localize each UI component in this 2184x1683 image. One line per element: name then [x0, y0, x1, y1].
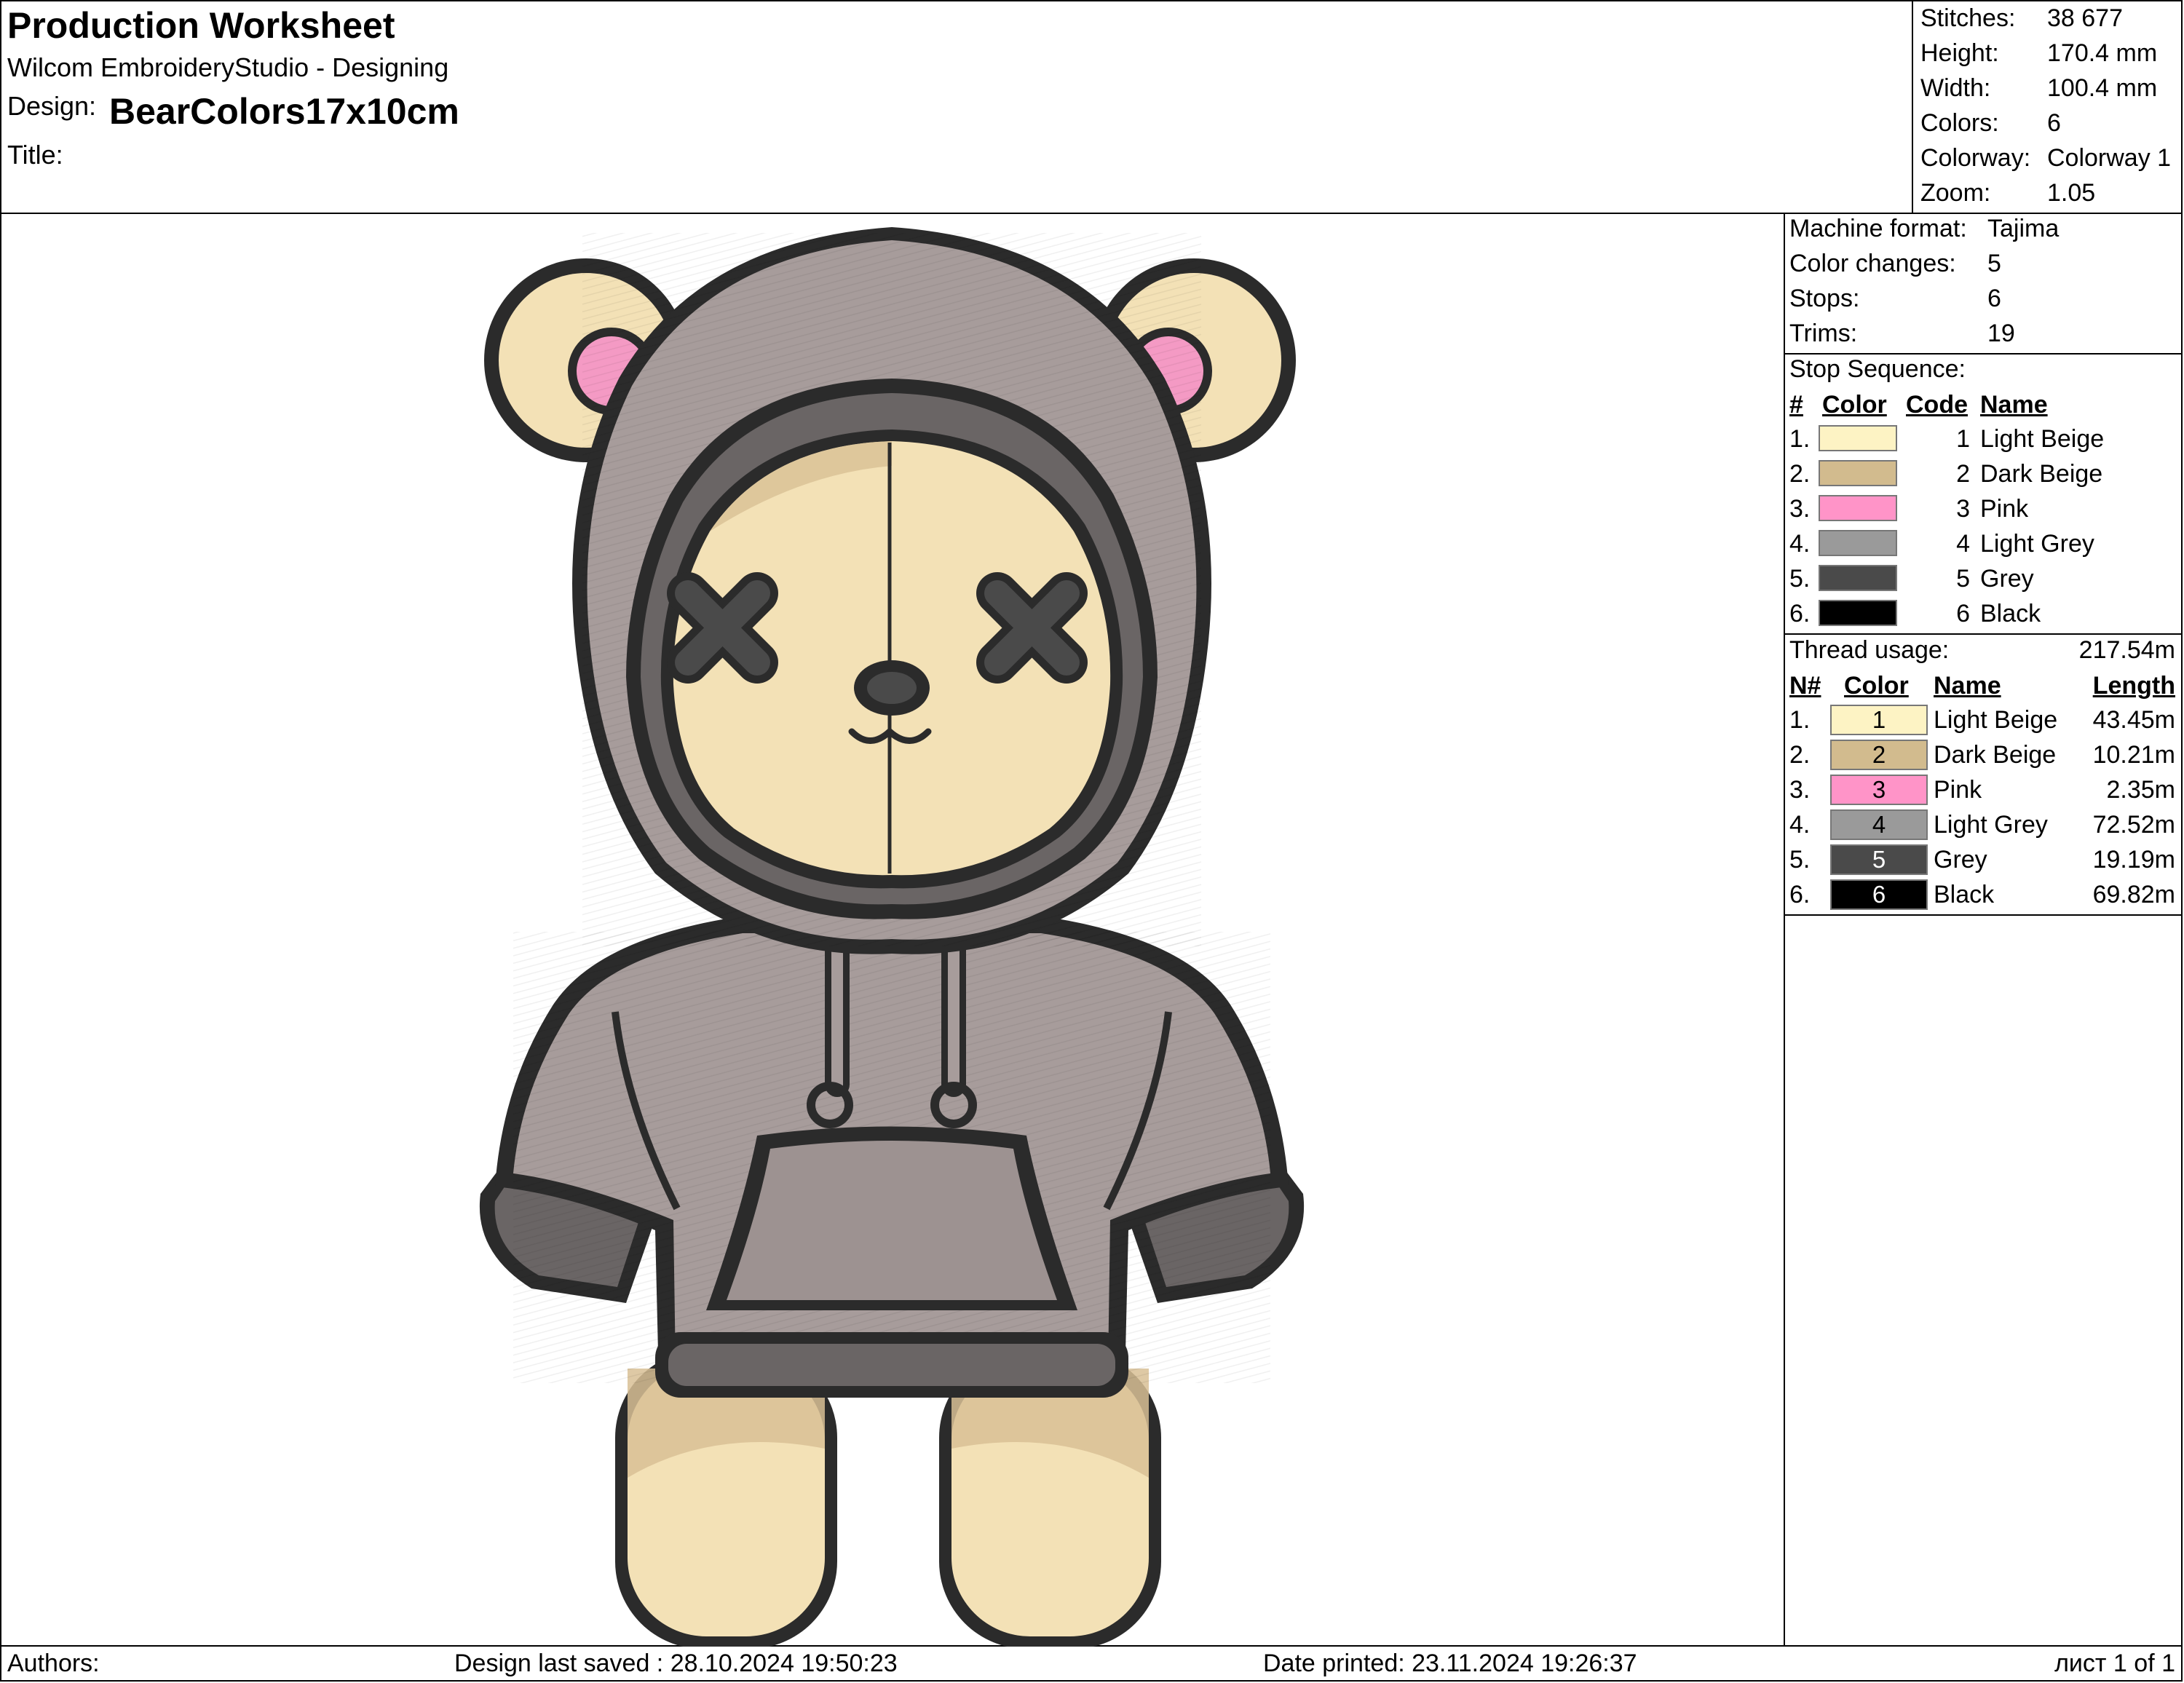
stop-row-code: 2: [1956, 460, 1970, 488]
machine-value: 6: [1987, 285, 2001, 312]
stop-sequence-title: Stop Sequence:: [1789, 355, 1966, 383]
thread-row-length: 72.52m: [2092, 811, 2175, 839]
color-swatch: [1819, 565, 1897, 591]
thread-row-name: Grey: [1934, 846, 1987, 874]
stop-row-name: Light Grey: [1980, 530, 2094, 558]
software-name: Wilcom EmbroideryStudio - Designing: [7, 52, 449, 82]
stop-row-code: 4: [1956, 530, 1970, 558]
thread-row-length: 69.82m: [2092, 881, 2175, 908]
stat-value: 1.05: [2047, 179, 2096, 207]
stop-row-name: Black: [1980, 600, 2041, 627]
thread-header-num: N#: [1789, 672, 1821, 700]
stop-row-name: Pink: [1980, 495, 2029, 523]
thread-color-swatch: 1: [1830, 705, 1928, 735]
thread-row-name: Dark Beige: [1934, 741, 2057, 769]
nose: [867, 672, 917, 704]
stop-row-num: 3.: [1789, 495, 1811, 523]
thread-row-length: 43.45m: [2092, 706, 2175, 734]
right-panel-divider: [1784, 213, 1785, 1645]
machine-divider: [1784, 353, 2183, 355]
footer-last-saved: Design last saved : 28.10.2024 19:50:23: [454, 1650, 898, 1677]
thread-row-num: 3.: [1789, 776, 1811, 804]
stop-row-name: Grey: [1980, 565, 2034, 593]
stat-value: 38 677: [2047, 4, 2123, 32]
embroidery-preview: [479, 227, 1305, 1647]
color-swatch: [1819, 600, 1897, 626]
thread-row-length: 19.19m: [2092, 846, 2175, 874]
thread-row-length: 2.35m: [2106, 776, 2176, 804]
pocket: [727, 1141, 1057, 1300]
color-swatch: [1819, 460, 1897, 486]
thread-row-num: 1.: [1789, 706, 1811, 734]
machine-value: Tajima: [1987, 215, 2060, 242]
stat-label: Height:: [1920, 39, 1999, 67]
color-swatch: [1819, 530, 1897, 556]
thread-header-length: Length: [2092, 672, 2175, 700]
stat-value: Colorway 1: [2047, 144, 2172, 172]
thread-usage-total: 217.54m: [2078, 636, 2175, 664]
color-swatch: [1819, 425, 1897, 451]
stat-value: 100.4 mm: [2047, 74, 2158, 102]
footer-page: лист 1 of 1: [2054, 1650, 2175, 1677]
thread-color-swatch: 6: [1830, 879, 1928, 910]
machine-label: Color changes:: [1789, 250, 1956, 277]
thread-header-color: Color: [1844, 672, 1909, 700]
machine-label: Machine format:: [1789, 215, 1967, 242]
machine-label: Stops:: [1789, 285, 1860, 312]
stop-row-num: 4.: [1789, 530, 1811, 558]
thread-row-length: 10.21m: [2092, 741, 2175, 769]
stat-label: Width:: [1920, 74, 1991, 102]
stop-header-name: Name: [1980, 391, 2048, 419]
stat-label: Colors:: [1920, 109, 1999, 137]
stop-row-code: 5: [1956, 565, 1970, 593]
thread-row-name: Light Beige: [1934, 706, 2058, 734]
stat-value: 6: [2047, 109, 2061, 137]
design-name: BearColors17x10cm: [109, 91, 459, 132]
thread-row-name: Black: [1934, 881, 1995, 908]
design-label: Design:: [7, 91, 97, 121]
stop-row-name: Dark Beige: [1980, 460, 2103, 488]
thread-color-swatch: 5: [1830, 844, 1928, 875]
machine-value: 5: [1987, 250, 2001, 277]
stop-header-code: Code: [1906, 391, 1968, 419]
stat-value: 170.4 mm: [2047, 39, 2158, 67]
thread-row-num: 6.: [1789, 881, 1811, 908]
thread-row-num: 4.: [1789, 811, 1811, 839]
thread-row-name: Light Grey: [1934, 811, 2048, 839]
stat-label: Colorway:: [1920, 144, 2031, 172]
thread-row-name: Pink: [1934, 776, 1982, 804]
stop-header-color: Color: [1822, 391, 1887, 419]
machine-value: 19: [1987, 320, 2015, 347]
stat-label: Stitches:: [1920, 4, 2016, 32]
thread-color-swatch: 3: [1830, 775, 1928, 805]
thread-color-swatch: 4: [1830, 809, 1928, 840]
stop-row-code: 6: [1956, 600, 1970, 627]
stop-row-num: 1.: [1789, 425, 1811, 453]
worksheet-title: Production Worksheet: [7, 5, 395, 46]
title-label: Title:: [7, 140, 63, 170]
stats-divider: [1912, 0, 1913, 213]
stop-row-code: 3: [1956, 495, 1970, 523]
stop-sequence-divider: [1784, 633, 2183, 635]
footer-date-printed: Date printed: 23.11.2024 19:26:37: [1263, 1650, 1637, 1677]
footer-authors: Authors:: [7, 1650, 100, 1677]
left-x-eye: [667, 572, 778, 684]
waistband: [668, 1344, 1115, 1386]
stop-row-name: Light Beige: [1980, 425, 2105, 453]
thread-usage-title: Thread usage:: [1789, 636, 1950, 664]
machine-label: Trims:: [1789, 320, 1858, 347]
thread-color-swatch: 2: [1830, 740, 1928, 770]
thread-row-num: 2.: [1789, 741, 1811, 769]
thread-row-num: 5.: [1789, 846, 1811, 874]
stat-label: Zoom:: [1920, 179, 1991, 207]
stop-header-num: #: [1789, 391, 1803, 419]
stop-row-code: 1: [1956, 425, 1970, 453]
stop-row-num: 5.: [1789, 565, 1811, 593]
color-swatch: [1819, 495, 1897, 521]
stop-row-num: 6.: [1789, 600, 1811, 627]
thread-usage-divider: [1784, 914, 2183, 916]
stop-row-num: 2.: [1789, 460, 1811, 488]
thread-header-name: Name: [1934, 672, 2001, 700]
right-x-eye: [976, 572, 1088, 684]
